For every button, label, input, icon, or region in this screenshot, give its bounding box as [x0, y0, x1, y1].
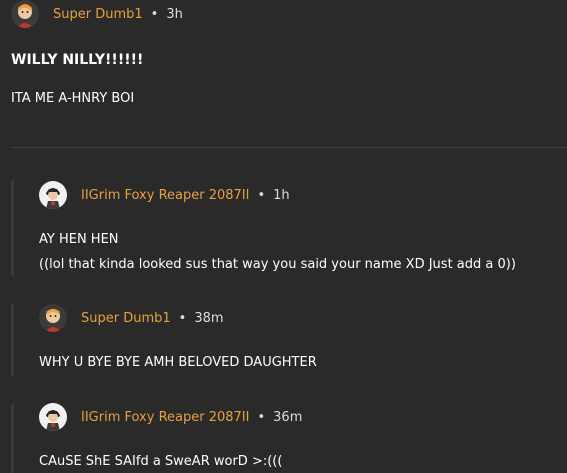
grim-avatar-icon — [39, 181, 67, 209]
separator-dot: • — [150, 6, 159, 22]
author-name[interactable]: Super Dumb1 — [81, 311, 171, 326]
dumb-avatar-icon — [39, 304, 67, 332]
separator-dot: • — [257, 409, 266, 425]
reply-thread-line — [11, 180, 14, 276]
reply-text: CAuSE ShE SAIfd a SweAR worD >:((( — [39, 454, 283, 469]
post-header: Super Dumb1 • 3h — [11, 0, 183, 28]
separator-dot: • — [178, 310, 187, 326]
reply-text: ((lol that kinda looked sus that way you… — [39, 257, 516, 272]
avatar[interactable] — [39, 304, 67, 332]
reply-text: AY HEN HEN — [39, 232, 119, 247]
reply-header: Super Dumb1 • 38m — [39, 304, 224, 332]
timestamp: 3h — [166, 6, 183, 22]
post-body: ITA ME A-HNRY BOI — [11, 91, 135, 106]
reply-thread-line — [11, 404, 14, 473]
reply-text: WHY U BYE BYE AMH BELOVED DAUGHTER — [39, 355, 317, 370]
reply-header: IIGrim Foxy Reaper 2087II • 1h — [39, 181, 290, 209]
author-name[interactable]: IIGrim Foxy Reaper 2087II — [81, 188, 249, 203]
timestamp: 1h — [273, 187, 290, 203]
separator-dot: • — [257, 187, 266, 203]
timestamp: 38m — [194, 310, 224, 326]
avatar[interactable] — [39, 403, 67, 431]
avatar[interactable] — [39, 181, 67, 209]
reply-header: IIGrim Foxy Reaper 2087II • 36m — [39, 403, 302, 431]
grim-avatar-icon — [39, 403, 67, 431]
post-title: WILLY NILLY!!!!!! — [11, 52, 144, 68]
dumb-avatar-icon — [11, 0, 39, 28]
comment-thread: Super Dumb1 • 3h WILLY NILLY!!!!!! ITA M… — [0, 0, 567, 473]
author-name[interactable]: IIGrim Foxy Reaper 2087II — [81, 410, 249, 425]
divider — [11, 147, 567, 148]
timestamp: 36m — [273, 409, 303, 425]
author-name[interactable]: Super Dumb1 — [53, 7, 143, 22]
avatar[interactable] — [11, 0, 39, 28]
reply-thread-line — [11, 304, 14, 376]
